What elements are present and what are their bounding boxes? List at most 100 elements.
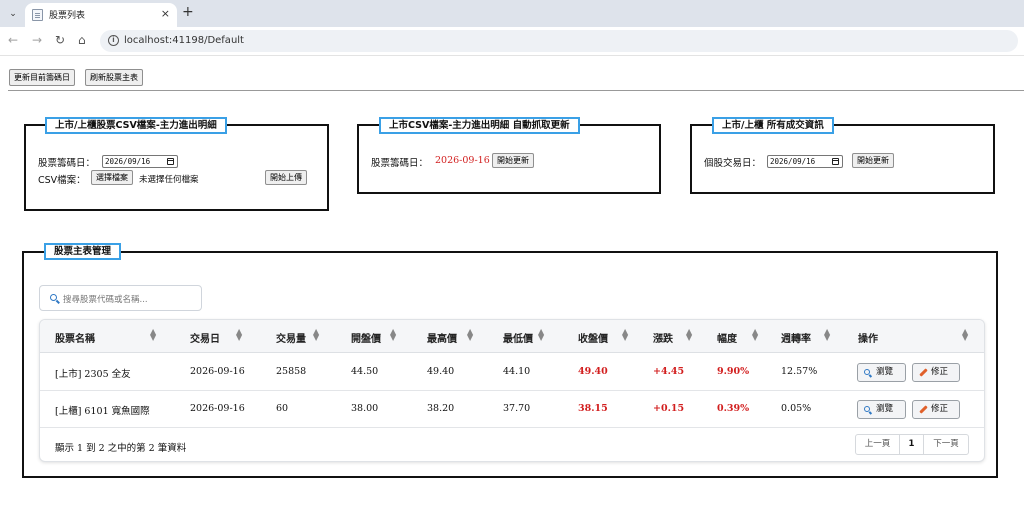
col-header-change[interactable]: 漲跌 [653,330,673,345]
sort-icon[interactable]: ▲ ▼ [622,328,628,342]
auto-date-value: 2026-09-16 [435,155,490,166]
search-icon [864,406,870,412]
search-placeholder: 搜尋股票代碼或名稱... [63,295,148,305]
cell-low: 37.70 [503,403,531,414]
sort-icon[interactable]: ▲ ▼ [824,328,830,342]
view-button-label: 瀏覽 [876,404,894,414]
cell-pct: 0.39% [717,403,750,414]
view-button-label: 瀏覽 [876,367,894,377]
auto-fetch-legend: 上市CSV檔案-主力進出明細 自動抓取更新 [379,117,580,134]
sort-icon[interactable]: ▲ ▼ [752,328,758,342]
cell-open: 44.50 [351,366,379,377]
sort-icon[interactable]: ▲ ▼ [538,328,544,342]
start-upload-button[interactable]: 開始上傳 [265,170,307,185]
auto-start-update-button[interactable]: 開始更新 [492,153,534,168]
cell-close: 49.40 [578,366,608,377]
csv-date-input[interactable]: 2026/09/16 [102,155,178,168]
tab-close-icon[interactable]: × [161,7,170,20]
pencil-icon [919,368,928,377]
col-header-low[interactable]: 最低價 [503,330,533,345]
tab-title: 股票列表 [49,11,86,21]
new-tab-button[interactable]: + [182,4,194,20]
cell-change: +0.15 [653,403,685,414]
col-header-close[interactable]: 收盤價 [578,330,608,345]
csv-date-value: 2026/09/16 [105,157,151,166]
cell-volume: 25858 [276,366,307,377]
cell-date: 2026-09-16 [190,366,245,377]
calendar-icon[interactable] [832,158,839,165]
col-header-high[interactable]: 最高價 [427,330,457,345]
cell-high: 49.40 [427,366,455,377]
cell-volume: 60 [276,403,289,414]
search-icon [50,294,57,301]
pagination: 上一頁 1 下一頁 [855,434,969,455]
refresh-stock-master-button[interactable]: 刷新股票主表 [85,69,143,86]
table-row: [上櫃] 6101 寬魚國際 2026-09-16 60 38.00 38.20… [40,391,984,428]
csv-upload-legend: 上市/上櫃股票CSV檔案-主力進出明細 [45,117,227,134]
sort-icon[interactable]: ▲ ▼ [686,328,692,342]
reload-icon[interactable]: ↻ [55,33,65,47]
col-header-volume[interactable]: 交易量 [276,330,306,345]
divider [8,90,1024,91]
sort-icon[interactable]: ▲ ▼ [390,328,396,342]
trade-date-label: 個股交易日： [704,158,762,169]
trades-start-update-button[interactable]: 開始更新 [852,153,894,168]
cell-low: 44.10 [503,366,531,377]
sort-icon[interactable]: ▲ ▼ [467,328,473,342]
home-icon[interactable]: ⌂ [78,33,86,47]
sort-icon[interactable]: ▲ ▼ [236,328,242,342]
col-header-open[interactable]: 開盤價 [351,330,381,345]
table-row: [上市] 2305 全友 2026-09-16 25858 44.50 49.4… [40,354,984,391]
cell-open: 38.00 [351,403,379,414]
sort-icon[interactable]: ▲ ▼ [313,328,319,342]
browser-tab[interactable]: 股票列表 × [25,3,177,27]
trade-date-input[interactable]: 2026/09/16 [767,155,843,168]
omnibox[interactable]: i localhost:41198/Default [100,30,1018,52]
page-number-button[interactable]: 1 [899,435,924,454]
calendar-icon[interactable] [167,158,174,165]
col-header-pct[interactable]: 幅度 [717,330,737,345]
col-header-date[interactable]: 交易日 [190,330,220,345]
url-text[interactable]: localhost:41198/Default [124,35,244,46]
edit-button[interactable]: 修正 [912,363,960,382]
back-arrow-icon[interactable]: ← [8,33,18,47]
cell-name: [上市] 2305 全友 [55,369,131,380]
col-header-name[interactable]: 股票名稱 [55,330,95,345]
update-current-date-button[interactable]: 更新目前籌碼日 [9,69,75,86]
edit-button-label: 修正 [931,404,949,414]
site-info-icon[interactable]: i [108,35,119,46]
choose-file-button[interactable]: 選擇檔案 [91,170,133,185]
cell-close: 38.15 [578,403,608,414]
cell-name: [上櫃] 6101 寬魚國際 [55,406,150,417]
csv-date-label: 股票籌碼日： [38,158,96,169]
view-button[interactable]: 瀏覽 [857,363,906,382]
cell-pct: 9.90% [717,366,750,377]
prev-page-button[interactable]: 上一頁 [856,435,899,454]
search-input[interactable]: 搜尋股票代碼或名稱... [39,285,202,311]
cell-change: +4.45 [653,366,685,377]
cell-turnover: 12.57% [781,366,818,377]
browser-tab-bar: ⌄ 股票列表 × + [0,0,1024,27]
sort-icon[interactable]: ▲ ▼ [150,328,156,342]
cell-high: 38.20 [427,403,455,414]
sort-icon[interactable]: ▲ ▼ [962,328,968,342]
edit-button[interactable]: 修正 [912,400,960,419]
stock-table-card: 股票名稱 ▲ ▼ 交易日 ▲ ▼ 交易量 ▲ ▼ 開盤價 ▲ ▼ 最高價 ▲ ▼ 最低價 … [39,319,985,462]
no-file-chosen-text: 未選擇任何檔案 [139,175,199,185]
table-info-text: 顯示 1 到 2 之中的第 2 筆資料 [55,443,187,454]
table-header: 股票名稱 ▲ ▼ 交易日 ▲ ▼ 交易量 ▲ ▼ 開盤價 ▲ ▼ 最高價 ▲ ▼ 最低價 … [40,320,984,353]
trade-date-value: 2026/09/16 [770,157,816,166]
col-header-turnover[interactable]: 週轉率 [781,330,811,345]
edit-button-label: 修正 [931,367,949,377]
page-favicon-icon [32,9,43,21]
cell-date: 2026-09-16 [190,403,245,414]
next-page-button[interactable]: 下一頁 [924,435,968,454]
auto-date-label: 股票籌碼日： [371,158,429,169]
tab-search-chevron-icon[interactable]: ⌄ [4,5,22,23]
view-button[interactable]: 瀏覽 [857,400,906,419]
browser-address-bar: ← → ↻ ⌂ i localhost:41198/Default [0,27,1024,56]
col-header-actions: 操作 [858,334,878,345]
forward-arrow-icon[interactable]: → [32,33,42,47]
search-icon [864,369,870,375]
stock-master-legend: 股票主表管理 [44,243,122,260]
